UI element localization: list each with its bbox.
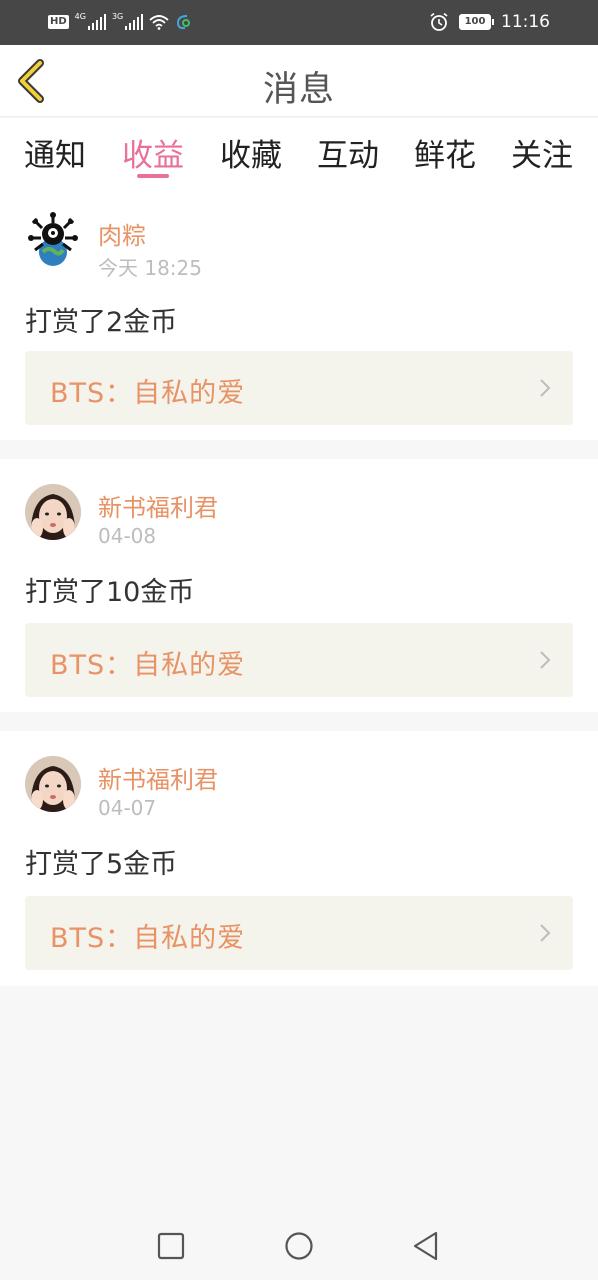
timestamp: 04-07: [98, 796, 157, 820]
network-type-1: 4G: [74, 11, 86, 21]
tab-favorites[interactable]: 收藏: [220, 130, 282, 175]
avatar-image: [25, 756, 81, 812]
battery-icon: 100: [459, 14, 494, 30]
clock: 11:16: [501, 12, 550, 32]
wifi-icon: [149, 15, 169, 30]
book-title: BTS：自私的爱: [50, 650, 246, 681]
notification-card: 肉粽 今天 18:25 打赏了2金币 BTS：自私的爱: [0, 190, 598, 440]
header: 消息: [0, 45, 598, 117]
back-triangle-icon[interactable]: [410, 1230, 442, 1262]
tab-notice[interactable]: 通知: [24, 130, 86, 175]
status-right: 100 11:16: [429, 11, 550, 33]
recents-square-icon[interactable]: [155, 1230, 187, 1262]
notification-card: 新书福利君 04-07 打赏了5金币 BTS：自私的爱: [0, 731, 598, 986]
chevron-right-icon: [540, 924, 551, 942]
avatar[interactable]: [25, 756, 81, 812]
app-icon: [177, 15, 191, 30]
system-nav-bar: [0, 1212, 598, 1280]
book-link[interactable]: BTS：自私的爱: [25, 896, 573, 970]
user-name[interactable]: 新书福利君: [98, 488, 218, 523]
book-link[interactable]: BTS：自私的爱: [25, 351, 573, 425]
message-text: 打赏了5金币: [25, 849, 178, 880]
status-left: HD 4G 3G: [48, 12, 191, 32]
tab-interactions[interactable]: 互动: [317, 130, 379, 175]
home-circle-icon[interactable]: [283, 1230, 315, 1262]
hd-icon: HD: [48, 15, 69, 29]
notification-card: 新书福利君 04-08 打赏了10金币 BTS：自私的爱: [0, 459, 598, 712]
battery-level: 100: [460, 15, 490, 29]
signal-icon: [87, 14, 106, 30]
avatar-image: [25, 484, 81, 540]
page-title: 消息: [262, 70, 335, 110]
avatar[interactable]: [25, 484, 81, 540]
timestamp: 今天 18:25: [98, 256, 202, 280]
user-name[interactable]: 肉粽: [98, 216, 146, 251]
active-tab-indicator: [137, 174, 169, 178]
alarm-icon: [430, 12, 448, 31]
status-bar: HD 4G 3G 100 11:16: [0, 0, 598, 45]
timestamp: 04-08: [98, 524, 157, 548]
chevron-right-icon: [540, 651, 551, 669]
book-title: BTS：自私的爱: [50, 923, 246, 954]
network-type-2: 3G: [111, 11, 124, 21]
tab-earnings[interactable]: 收益: [122, 130, 184, 175]
tab-flowers[interactable]: 鲜花: [414, 130, 476, 175]
avatar-image: [28, 212, 78, 266]
avatar[interactable]: [25, 212, 81, 268]
signal-icon: [125, 14, 144, 30]
message-text: 打赏了10金币: [25, 577, 195, 608]
user-name[interactable]: 新书福利君: [98, 760, 218, 795]
book-title: BTS：自私的爱: [50, 378, 246, 409]
message-text: 打赏了2金币: [25, 307, 178, 338]
tab-following[interactable]: 关注: [511, 130, 573, 175]
book-link[interactable]: BTS：自私的爱: [25, 623, 573, 697]
chevron-right-icon: [540, 379, 551, 397]
tab-bar: 通知 收益 收藏 互动 鲜花 关注: [0, 118, 598, 190]
